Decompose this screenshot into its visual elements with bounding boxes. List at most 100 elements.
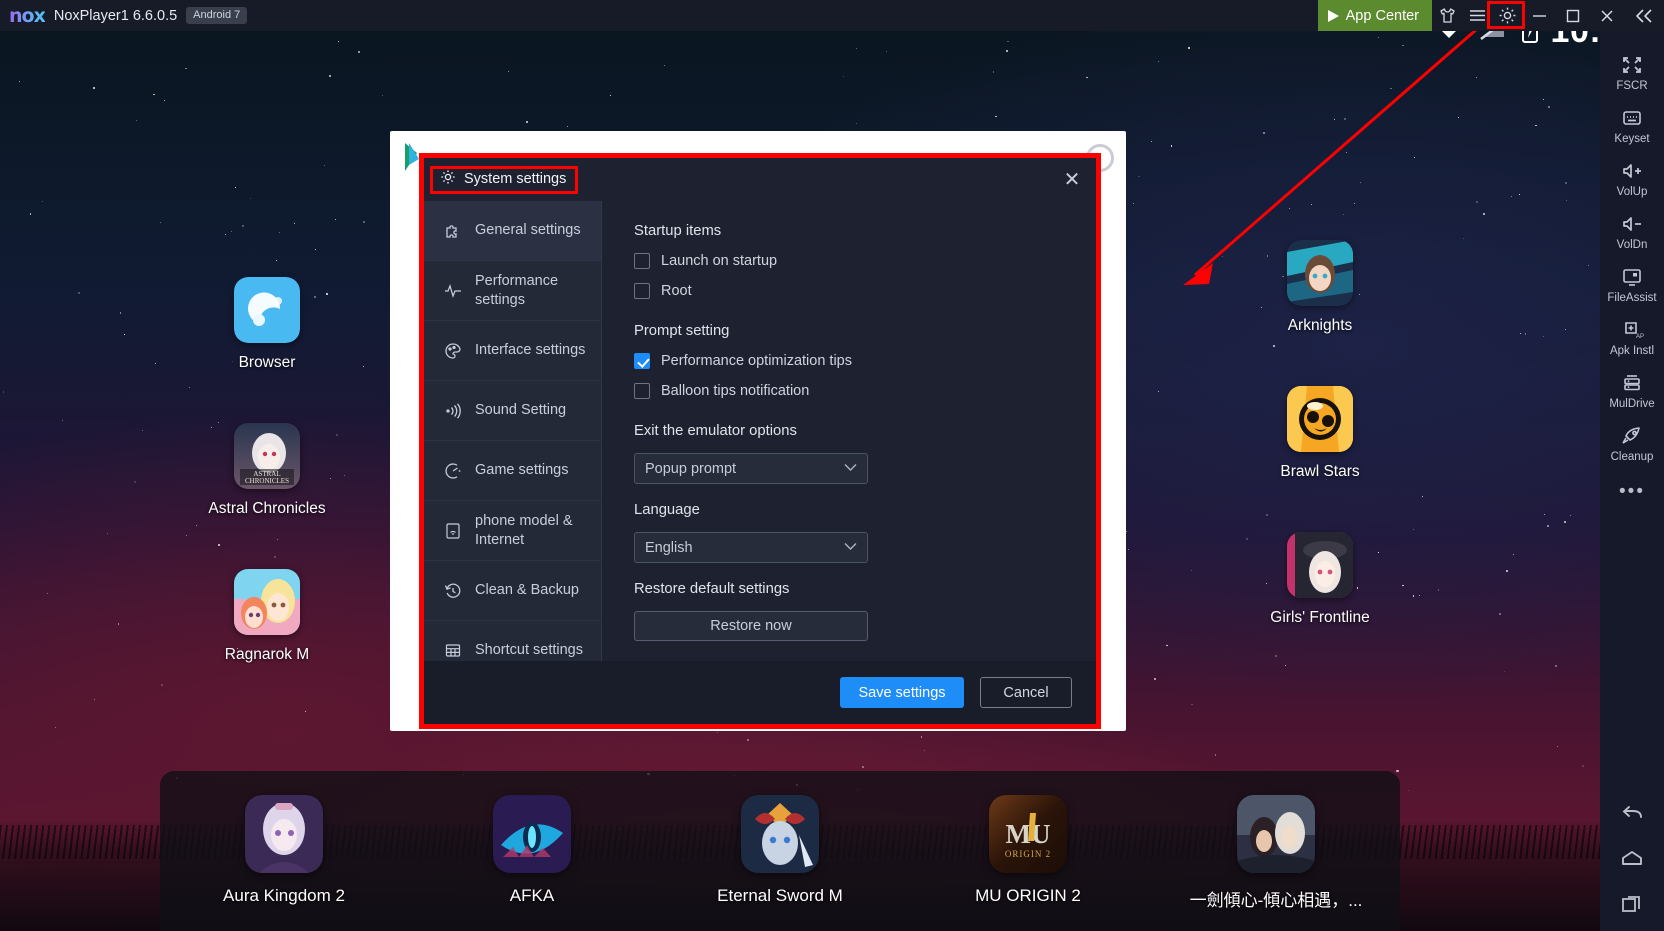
mu-origin-2-icon: MU ORIGIN 2: [989, 795, 1067, 873]
android-version-badge: Android 7: [186, 7, 248, 24]
afka-icon: [493, 795, 571, 873]
cancel-button[interactable]: Cancel: [980, 677, 1072, 708]
sidebar-item-performance-settings[interactable]: Performance settings: [424, 261, 601, 321]
checkbox-root[interactable]: Root: [634, 283, 1096, 299]
nox-logo: nox: [9, 4, 46, 27]
dock-app-yijian-qingxin[interactable]: 一劍傾心-傾心相遇，...: [1176, 795, 1376, 911]
title-bar-buttons: App Center: [1317, 0, 1664, 31]
eternal-sword-m-icon: [741, 795, 819, 873]
app-arknights[interactable]: Arknights: [1245, 240, 1395, 335]
back-icon[interactable]: [1600, 803, 1664, 825]
nav-label: Shortcut settings: [475, 642, 583, 659]
gear-icon[interactable]: [1487, 0, 1525, 31]
sidebar-item-fileassist[interactable]: FileAssist: [1600, 257, 1664, 310]
checkbox-box[interactable]: [634, 253, 650, 269]
checkbox-launch-on-startup[interactable]: Launch on startup: [634, 253, 1096, 269]
sidebar-nav-group: [1600, 803, 1664, 931]
maximize-icon[interactable]: [1556, 0, 1590, 31]
window-title: NoxPlayer1 6.6.0.5: [53, 7, 178, 24]
checkbox-box[interactable]: [634, 383, 650, 399]
collapse-icon[interactable]: [1624, 0, 1664, 31]
sidebar-item-cleanup[interactable]: Cleanup: [1600, 416, 1664, 469]
sidebar-item-apk-install[interactable]: APK Apk Instl: [1600, 310, 1664, 363]
save-settings-button[interactable]: Save settings: [840, 677, 964, 708]
sidebar-item-keyset[interactable]: Keyset: [1600, 98, 1664, 151]
dock-app-label: MU ORIGIN 2: [975, 886, 1081, 905]
checkbox-label: Balloon tips notification: [661, 383, 810, 399]
sidebar-item-muldrive[interactable]: MulDrive: [1600, 363, 1664, 416]
volume-up-icon: [1600, 159, 1664, 183]
brawl-stars-icon: [1287, 386, 1353, 452]
dialog-title: System settings: [464, 171, 567, 187]
dock-app-eternal-sword-m[interactable]: Eternal Sword M: [680, 795, 880, 906]
checkbox-label: Performance optimization tips: [661, 353, 852, 369]
dock-app-label: AFKA: [509, 886, 555, 905]
apk-install-icon: APK: [1600, 318, 1664, 342]
checkbox-label: Launch on startup: [661, 253, 778, 269]
puzzle-icon: [444, 222, 462, 240]
app-label: Brawl Stars: [1280, 463, 1360, 480]
exit-emulator-select[interactable]: Popup prompt: [634, 453, 868, 484]
dock-app-label: Aura Kingdom 2: [223, 886, 345, 905]
history-icon: [444, 582, 462, 600]
exit-emulator-heading: Exit the emulator options: [634, 423, 797, 439]
recents-icon[interactable]: [1600, 893, 1664, 915]
checkbox-box[interactable]: [634, 353, 650, 369]
sidebar-item-fscr[interactable]: FSCR: [1600, 45, 1664, 98]
nav-label: General settings: [475, 222, 581, 239]
checkbox-performance-optimization-tips[interactable]: Performance optimization tips: [634, 353, 1096, 369]
astral-chronicles-icon: ASTRAL CHRONICLES: [234, 423, 300, 489]
prompt-setting-heading: Prompt setting: [634, 323, 730, 339]
sidebar-item-game-settings[interactable]: Game settings: [424, 441, 601, 501]
nav-label: Sound Setting: [475, 402, 567, 419]
sidebar-item-label: Apk Instl: [1609, 345, 1655, 357]
shirt-icon[interactable]: [1432, 0, 1462, 31]
restore-now-button[interactable]: Restore now: [634, 611, 868, 641]
app-astral-chronicles[interactable]: ASTRAL CHRONICLES Astral Chronicles: [192, 423, 342, 518]
language-select[interactable]: English: [634, 532, 868, 563]
app-brawl-stars[interactable]: Brawl Stars: [1245, 386, 1395, 481]
app-girls-frontline[interactable]: Girls' Frontline: [1245, 532, 1395, 627]
dialog-body: General settings Performance settings In…: [424, 201, 1096, 661]
app-label: Astral Chronicles: [208, 500, 326, 517]
checkbox-box[interactable]: [634, 283, 650, 299]
sidebar-item-interface-settings[interactable]: Interface settings: [424, 321, 601, 381]
ragnarok-m-icon: [234, 569, 300, 635]
settings-nav-list: General settings Performance settings In…: [424, 201, 602, 661]
palette-icon: [444, 342, 462, 360]
close-icon[interactable]: [1590, 0, 1624, 31]
sidebar-item-clean-backup[interactable]: Clean & Backup: [424, 561, 601, 621]
sidebar-item-label: VolDn: [1616, 239, 1648, 251]
app-center-button[interactable]: App Center: [1317, 0, 1432, 31]
sidebar-item-phone-model-internet[interactable]: phone model & Internet: [424, 501, 601, 561]
sidebar-item-volup[interactable]: VolUp: [1600, 151, 1664, 204]
svg-text:CHRONICLES: CHRONICLES: [245, 477, 289, 485]
select-value: English: [645, 539, 693, 556]
svg-text:APK: APK: [1636, 334, 1644, 340]
dock-app-label: 一劍傾心-傾心相遇，...: [1189, 891, 1363, 910]
gamepad-icon: [444, 462, 462, 480]
gear-icon: [440, 169, 456, 190]
app-ragnarok-m[interactable]: Ragnarok M: [192, 569, 342, 664]
checkbox-balloon-tips-notification[interactable]: Balloon tips notification: [634, 383, 1096, 399]
sidebar-item-sound-setting[interactable]: Sound Setting: [424, 381, 601, 441]
window-title-bar: nox NoxPlayer1 6.6.0.5 Android 7 App Cen…: [0, 0, 1664, 31]
dialog-footer: Save settings Cancel: [424, 661, 1096, 724]
sidebar-item-general-settings[interactable]: General settings: [424, 201, 601, 261]
dock-app-mu-origin-2[interactable]: MU ORIGIN 2 MU ORIGIN 2: [928, 795, 1128, 906]
dock-app-afka[interactable]: AFKA: [432, 795, 632, 906]
nav-label: Interface settings: [475, 342, 586, 359]
yijian-qingxin-icon: [1237, 795, 1315, 873]
sidebar-item-label: Cleanup: [1610, 451, 1654, 463]
minimize-icon[interactable]: [1522, 0, 1556, 31]
sidebar-item-voldn[interactable]: VolDn: [1600, 204, 1664, 257]
app-browser[interactable]: Browser: [192, 277, 342, 372]
dock-app-aura-kingdom-2[interactable]: Aura Kingdom 2: [184, 795, 384, 906]
close-icon[interactable]: ✕: [1060, 168, 1084, 192]
app-center-label: App Center: [1345, 7, 1419, 24]
sidebar-more-button[interactable]: •••: [1619, 469, 1645, 503]
home-icon[interactable]: [1600, 849, 1664, 869]
sound-wave-icon: [444, 402, 462, 420]
sidebar-item-shortcut-settings[interactable]: Shortcut settings: [424, 621, 601, 661]
chevron-down-icon: [844, 542, 857, 554]
